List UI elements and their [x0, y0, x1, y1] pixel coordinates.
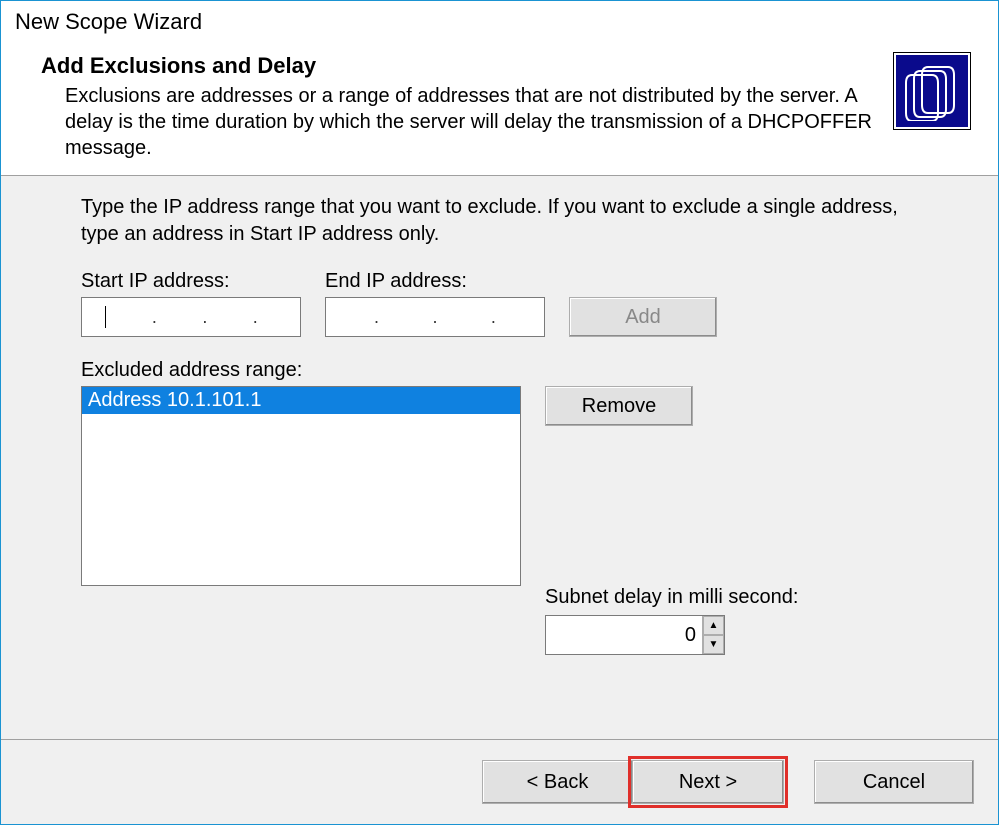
nav-button-group: < Back Next >	[482, 760, 784, 804]
page-description: Exclusions are addresses or a range of a…	[65, 83, 872, 161]
wizard-dialog: New Scope Wizard Add Exclusions and Dela…	[0, 0, 999, 825]
start-ip-label: Start IP address:	[81, 270, 301, 293]
page-title: Add Exclusions and Delay	[41, 53, 872, 79]
subnet-delay-group: Subnet delay in milli second: 0 ▲ ▼	[545, 586, 798, 655]
list-item[interactable]: Address 10.1.101.1	[82, 387, 520, 414]
excluded-row: Address 10.1.101.1 Remove Subnet delay i…	[81, 386, 918, 655]
spinner-down-icon[interactable]: ▼	[703, 635, 724, 654]
subnet-delay-label: Subnet delay in milli second:	[545, 586, 798, 609]
cancel-button[interactable]: Cancel	[814, 760, 974, 804]
remove-button[interactable]: Remove	[545, 386, 693, 426]
end-ip-input[interactable]: ...	[325, 297, 545, 337]
header-text: Add Exclusions and Delay Exclusions are …	[41, 53, 872, 161]
subnet-delay-spinner[interactable]: 0 ▲ ▼	[545, 615, 725, 655]
add-button[interactable]: Add	[569, 297, 717, 337]
end-ip-field: End IP address: ...	[325, 270, 545, 337]
instruction-text: Type the IP address range that you want …	[81, 194, 918, 248]
back-button[interactable]: < Back	[482, 760, 632, 804]
excluded-range-label: Excluded address range:	[81, 359, 918, 382]
subnet-delay-value[interactable]: 0	[546, 616, 702, 654]
start-ip-input[interactable]: ...	[81, 297, 301, 337]
next-button[interactable]: Next >	[632, 760, 784, 804]
end-ip-label: End IP address:	[325, 270, 545, 293]
wizard-icon	[894, 53, 970, 129]
spinner-buttons: ▲ ▼	[702, 616, 724, 654]
ip-input-row: Start IP address: ... End IP address: ..…	[81, 270, 918, 337]
right-column: Remove Subnet delay in milli second: 0 ▲…	[545, 386, 798, 655]
start-ip-field: Start IP address: ...	[81, 270, 301, 337]
spinner-up-icon[interactable]: ▲	[703, 616, 724, 635]
content-area: Type the IP address range that you want …	[1, 175, 998, 739]
titlebar: New Scope Wizard	[1, 1, 998, 43]
footer: < Back Next > Cancel	[1, 739, 998, 824]
header-section: Add Exclusions and Delay Exclusions are …	[1, 43, 998, 175]
window-title: New Scope Wizard	[15, 9, 984, 35]
excluded-listbox[interactable]: Address 10.1.101.1	[81, 386, 521, 586]
